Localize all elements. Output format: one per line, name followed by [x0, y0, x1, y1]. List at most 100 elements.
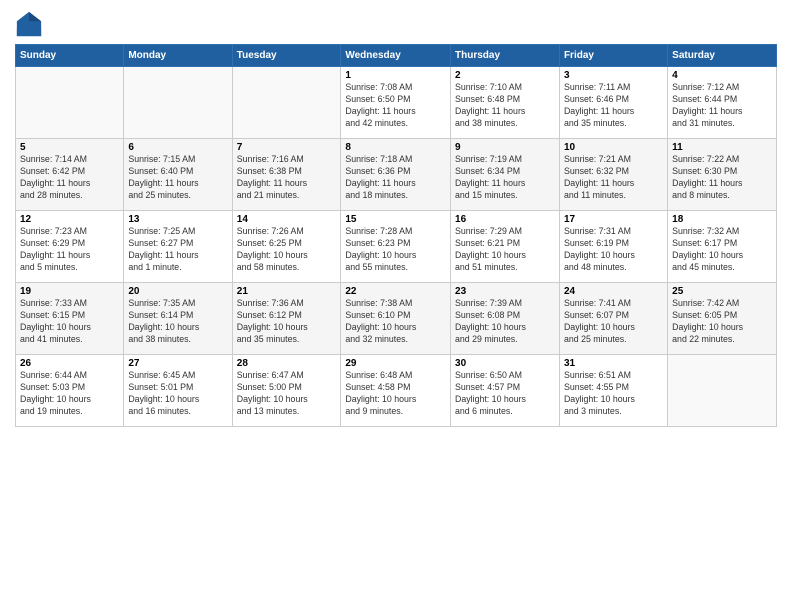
day-number: 31 — [564, 358, 663, 369]
calendar-cell: 21Sunrise: 7:36 AM Sunset: 6:12 PM Dayli… — [232, 283, 341, 355]
weekday-header-thursday: Thursday — [451, 45, 560, 67]
logo-icon — [15, 10, 43, 38]
day-info: Sunrise: 6:51 AM Sunset: 4:55 PM Dayligh… — [564, 370, 663, 418]
day-number: 14 — [237, 214, 337, 225]
calendar-cell: 30Sunrise: 6:50 AM Sunset: 4:57 PM Dayli… — [451, 355, 560, 427]
calendar-cell: 15Sunrise: 7:28 AM Sunset: 6:23 PM Dayli… — [341, 211, 451, 283]
calendar-cell: 12Sunrise: 7:23 AM Sunset: 6:29 PM Dayli… — [16, 211, 124, 283]
day-number: 1 — [345, 70, 446, 81]
calendar-cell: 13Sunrise: 7:25 AM Sunset: 6:27 PM Dayli… — [124, 211, 232, 283]
calendar-cell: 31Sunrise: 6:51 AM Sunset: 4:55 PM Dayli… — [559, 355, 667, 427]
calendar-week-3: 12Sunrise: 7:23 AM Sunset: 6:29 PM Dayli… — [16, 211, 777, 283]
calendar-cell: 17Sunrise: 7:31 AM Sunset: 6:19 PM Dayli… — [559, 211, 667, 283]
weekday-header-wednesday: Wednesday — [341, 45, 451, 67]
calendar-week-4: 19Sunrise: 7:33 AM Sunset: 6:15 PM Dayli… — [16, 283, 777, 355]
calendar-week-5: 26Sunrise: 6:44 AM Sunset: 5:03 PM Dayli… — [16, 355, 777, 427]
day-number: 18 — [672, 214, 772, 225]
day-number: 15 — [345, 214, 446, 225]
calendar-cell: 1Sunrise: 7:08 AM Sunset: 6:50 PM Daylig… — [341, 67, 451, 139]
day-info: Sunrise: 7:15 AM Sunset: 6:40 PM Dayligh… — [128, 154, 227, 202]
day-number: 5 — [20, 142, 119, 153]
calendar-cell: 28Sunrise: 6:47 AM Sunset: 5:00 PM Dayli… — [232, 355, 341, 427]
day-number: 11 — [672, 142, 772, 153]
weekday-header-sunday: Sunday — [16, 45, 124, 67]
day-info: Sunrise: 7:31 AM Sunset: 6:19 PM Dayligh… — [564, 226, 663, 274]
day-number: 6 — [128, 142, 227, 153]
day-info: Sunrise: 7:10 AM Sunset: 6:48 PM Dayligh… — [455, 82, 555, 130]
day-info: Sunrise: 7:11 AM Sunset: 6:46 PM Dayligh… — [564, 82, 663, 130]
day-info: Sunrise: 7:22 AM Sunset: 6:30 PM Dayligh… — [672, 154, 772, 202]
day-number: 8 — [345, 142, 446, 153]
weekday-header-friday: Friday — [559, 45, 667, 67]
calendar-cell: 14Sunrise: 7:26 AM Sunset: 6:25 PM Dayli… — [232, 211, 341, 283]
day-number: 28 — [237, 358, 337, 369]
day-info: Sunrise: 7:35 AM Sunset: 6:14 PM Dayligh… — [128, 298, 227, 346]
calendar-cell — [16, 67, 124, 139]
day-number: 20 — [128, 286, 227, 297]
calendar-cell: 2Sunrise: 7:10 AM Sunset: 6:48 PM Daylig… — [451, 67, 560, 139]
calendar-cell: 4Sunrise: 7:12 AM Sunset: 6:44 PM Daylig… — [668, 67, 777, 139]
day-info: Sunrise: 7:39 AM Sunset: 6:08 PM Dayligh… — [455, 298, 555, 346]
day-number: 9 — [455, 142, 555, 153]
weekday-header-saturday: Saturday — [668, 45, 777, 67]
day-info: Sunrise: 7:19 AM Sunset: 6:34 PM Dayligh… — [455, 154, 555, 202]
calendar-cell: 10Sunrise: 7:21 AM Sunset: 6:32 PM Dayli… — [559, 139, 667, 211]
day-info: Sunrise: 7:38 AM Sunset: 6:10 PM Dayligh… — [345, 298, 446, 346]
calendar-cell: 18Sunrise: 7:32 AM Sunset: 6:17 PM Dayli… — [668, 211, 777, 283]
calendar-cell: 27Sunrise: 6:45 AM Sunset: 5:01 PM Dayli… — [124, 355, 232, 427]
calendar-cell: 22Sunrise: 7:38 AM Sunset: 6:10 PM Dayli… — [341, 283, 451, 355]
calendar-week-1: 1Sunrise: 7:08 AM Sunset: 6:50 PM Daylig… — [16, 67, 777, 139]
calendar-cell: 3Sunrise: 7:11 AM Sunset: 6:46 PM Daylig… — [559, 67, 667, 139]
day-number: 16 — [455, 214, 555, 225]
calendar-cell: 20Sunrise: 7:35 AM Sunset: 6:14 PM Dayli… — [124, 283, 232, 355]
day-info: Sunrise: 7:14 AM Sunset: 6:42 PM Dayligh… — [20, 154, 119, 202]
day-info: Sunrise: 6:48 AM Sunset: 4:58 PM Dayligh… — [345, 370, 446, 418]
day-info: Sunrise: 7:42 AM Sunset: 6:05 PM Dayligh… — [672, 298, 772, 346]
day-number: 24 — [564, 286, 663, 297]
day-info: Sunrise: 7:28 AM Sunset: 6:23 PM Dayligh… — [345, 226, 446, 274]
weekday-header-tuesday: Tuesday — [232, 45, 341, 67]
calendar-cell: 9Sunrise: 7:19 AM Sunset: 6:34 PM Daylig… — [451, 139, 560, 211]
day-info: Sunrise: 7:23 AM Sunset: 6:29 PM Dayligh… — [20, 226, 119, 274]
calendar-cell: 6Sunrise: 7:15 AM Sunset: 6:40 PM Daylig… — [124, 139, 232, 211]
day-number: 26 — [20, 358, 119, 369]
weekday-header-row: SundayMondayTuesdayWednesdayThursdayFrid… — [16, 45, 777, 67]
day-info: Sunrise: 7:25 AM Sunset: 6:27 PM Dayligh… — [128, 226, 227, 274]
calendar-cell: 29Sunrise: 6:48 AM Sunset: 4:58 PM Dayli… — [341, 355, 451, 427]
day-info: Sunrise: 6:47 AM Sunset: 5:00 PM Dayligh… — [237, 370, 337, 418]
calendar-cell: 8Sunrise: 7:18 AM Sunset: 6:36 PM Daylig… — [341, 139, 451, 211]
day-number: 7 — [237, 142, 337, 153]
day-info: Sunrise: 6:44 AM Sunset: 5:03 PM Dayligh… — [20, 370, 119, 418]
weekday-header-monday: Monday — [124, 45, 232, 67]
day-number: 2 — [455, 70, 555, 81]
day-info: Sunrise: 6:50 AM Sunset: 4:57 PM Dayligh… — [455, 370, 555, 418]
calendar-cell — [668, 355, 777, 427]
day-number: 4 — [672, 70, 772, 81]
day-number: 17 — [564, 214, 663, 225]
day-info: Sunrise: 7:26 AM Sunset: 6:25 PM Dayligh… — [237, 226, 337, 274]
calendar-cell: 24Sunrise: 7:41 AM Sunset: 6:07 PM Dayli… — [559, 283, 667, 355]
calendar-cell: 5Sunrise: 7:14 AM Sunset: 6:42 PM Daylig… — [16, 139, 124, 211]
calendar-week-2: 5Sunrise: 7:14 AM Sunset: 6:42 PM Daylig… — [16, 139, 777, 211]
calendar-cell: 25Sunrise: 7:42 AM Sunset: 6:05 PM Dayli… — [668, 283, 777, 355]
day-number: 21 — [237, 286, 337, 297]
day-info: Sunrise: 7:16 AM Sunset: 6:38 PM Dayligh… — [237, 154, 337, 202]
day-number: 23 — [455, 286, 555, 297]
day-number: 29 — [345, 358, 446, 369]
day-info: Sunrise: 7:29 AM Sunset: 6:21 PM Dayligh… — [455, 226, 555, 274]
day-info: Sunrise: 7:36 AM Sunset: 6:12 PM Dayligh… — [237, 298, 337, 346]
calendar-cell: 23Sunrise: 7:39 AM Sunset: 6:08 PM Dayli… — [451, 283, 560, 355]
header — [15, 10, 777, 38]
day-info: Sunrise: 7:18 AM Sunset: 6:36 PM Dayligh… — [345, 154, 446, 202]
calendar-cell: 19Sunrise: 7:33 AM Sunset: 6:15 PM Dayli… — [16, 283, 124, 355]
calendar-cell: 16Sunrise: 7:29 AM Sunset: 6:21 PM Dayli… — [451, 211, 560, 283]
day-number: 30 — [455, 358, 555, 369]
calendar-cell — [232, 67, 341, 139]
day-info: Sunrise: 7:32 AM Sunset: 6:17 PM Dayligh… — [672, 226, 772, 274]
day-number: 13 — [128, 214, 227, 225]
day-info: Sunrise: 6:45 AM Sunset: 5:01 PM Dayligh… — [128, 370, 227, 418]
page: SundayMondayTuesdayWednesdayThursdayFrid… — [0, 0, 792, 612]
day-number: 12 — [20, 214, 119, 225]
day-info: Sunrise: 7:33 AM Sunset: 6:15 PM Dayligh… — [20, 298, 119, 346]
day-number: 22 — [345, 286, 446, 297]
